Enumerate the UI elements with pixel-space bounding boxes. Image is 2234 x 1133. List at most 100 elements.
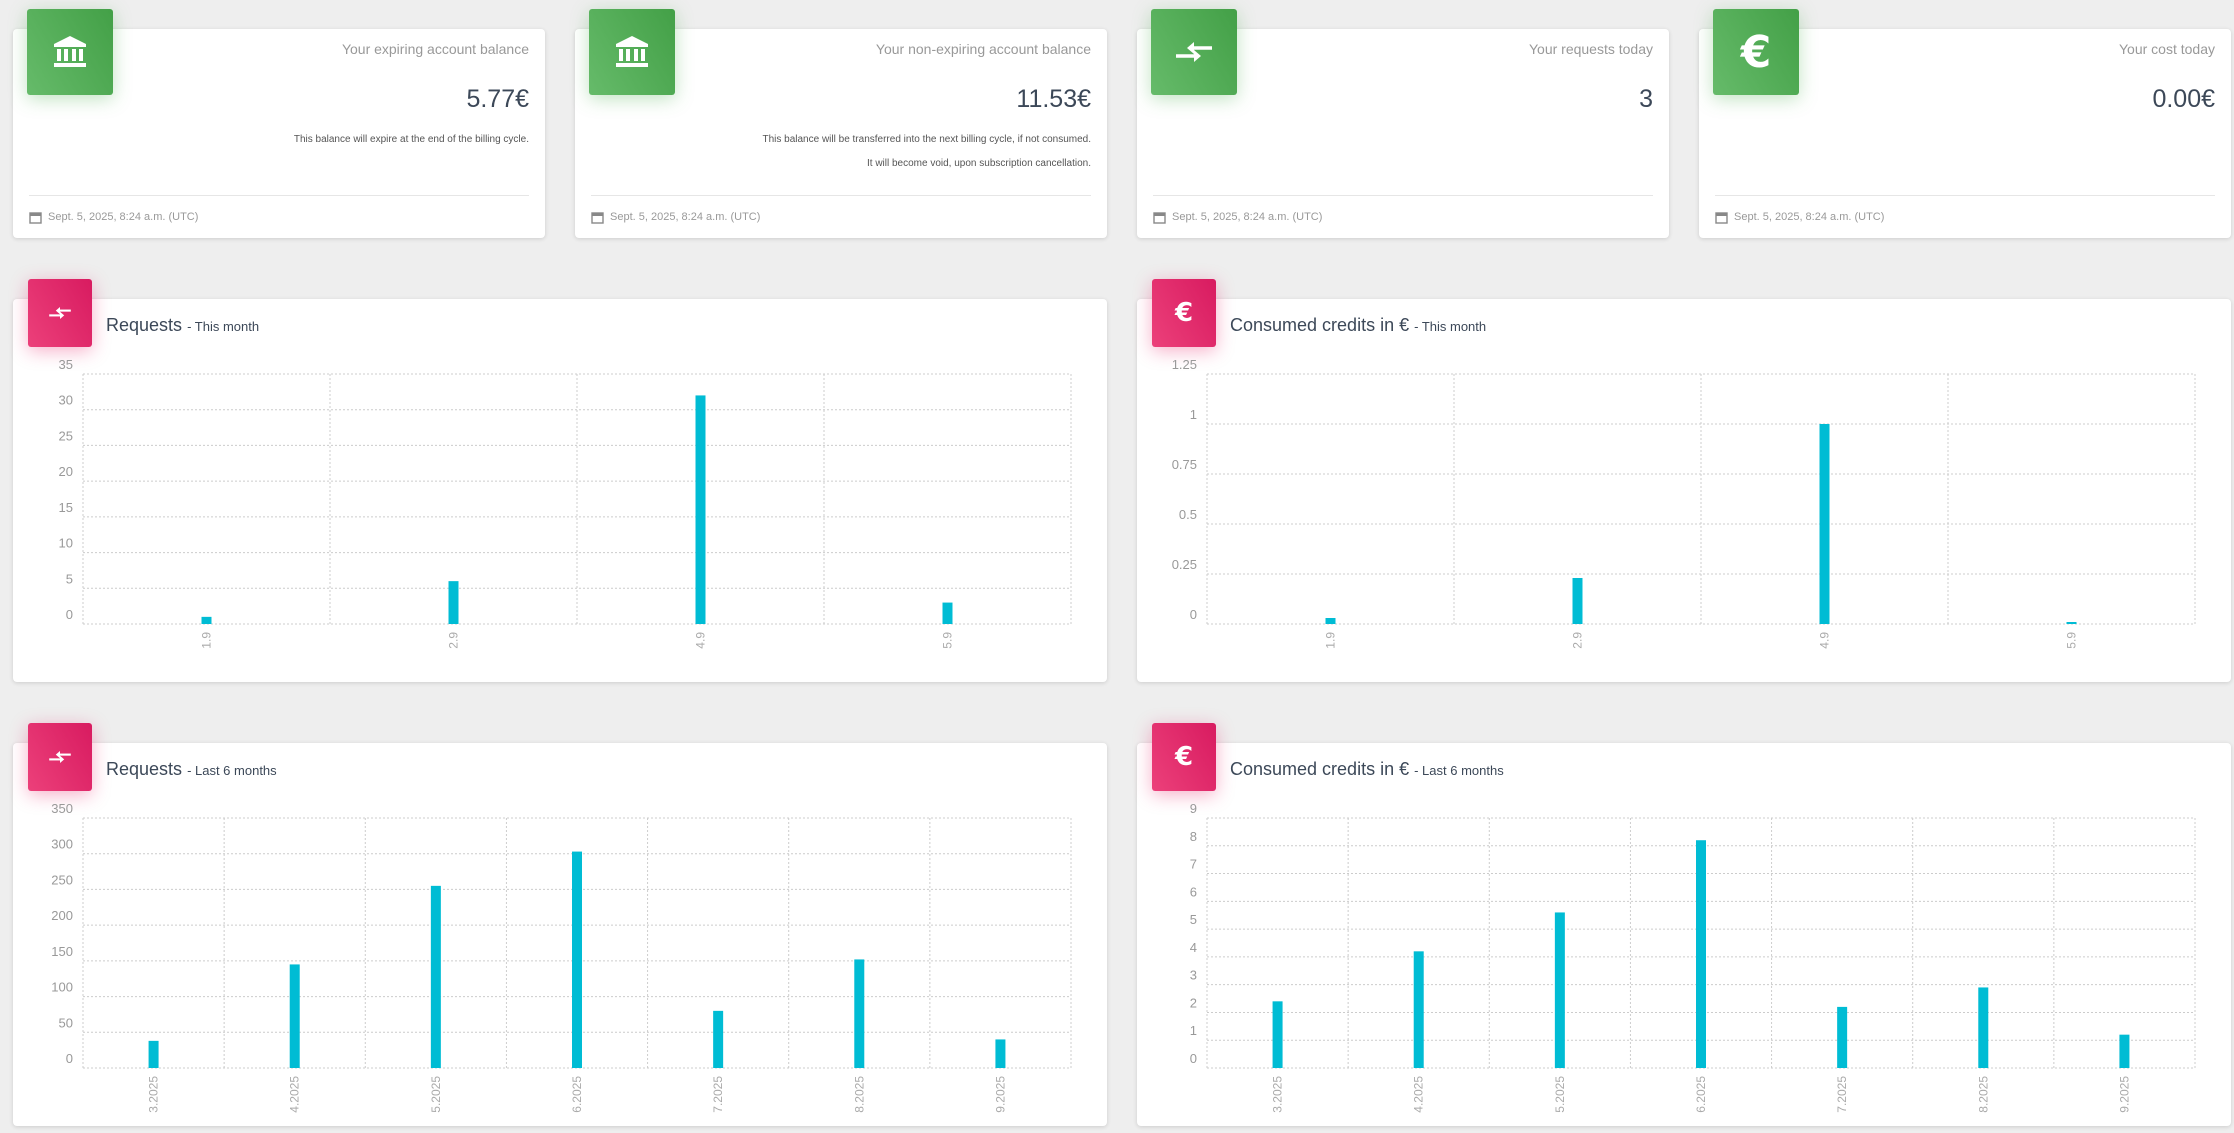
- y-tick-label: 250: [51, 872, 73, 887]
- x-tick-label: 9.2025: [993, 1076, 1007, 1113]
- bar[interactable]: [1819, 424, 1830, 624]
- requests-month-chart: 0 5 10 15 20 25 30 35 1.9 2.9 4.9 5.9: [59, 357, 1072, 649]
- calendar-icon: [1153, 211, 1166, 224]
- bar[interactable]: [289, 964, 300, 1068]
- bar[interactable]: [430, 885, 441, 1068]
- bar[interactable]: [1837, 1006, 1848, 1068]
- stat-card-expiring-balance: Your expiring account balance 5.77€ This…: [13, 9, 545, 238]
- stat-title: Your requests today: [1528, 41, 1653, 57]
- bar[interactable]: [995, 1039, 1006, 1068]
- stat-note: This balance will be transferred into th…: [762, 134, 1091, 145]
- x-tick-label: 5.2025: [1553, 1076, 1567, 1113]
- bar[interactable]: [713, 1010, 724, 1068]
- y-tick-label: 6: [1190, 884, 1197, 899]
- stat-footer: Sept. 5, 2025, 8:24 a.m. (UTC): [1153, 195, 1653, 238]
- y-tick-label: 100: [51, 980, 73, 995]
- y-tick-label: 0: [1190, 1051, 1197, 1066]
- x-tick-label: 5.2025: [429, 1076, 443, 1113]
- y-tick-label: 2: [1190, 995, 1197, 1010]
- calendar-icon: [591, 211, 604, 224]
- x-tick-label: 4.9: [1818, 632, 1832, 649]
- y-tick-label: 0.75: [1172, 457, 1197, 472]
- bar[interactable]: [201, 616, 212, 624]
- x-tick-label: 3.2025: [147, 1076, 161, 1113]
- bar[interactable]: [1572, 578, 1583, 624]
- bar[interactable]: [1325, 618, 1336, 624]
- y-tick-label: 35: [59, 357, 73, 372]
- transfer-arrows-icon: [1151, 9, 1237, 95]
- y-tick-label: 1.25: [1172, 357, 1197, 372]
- y-tick-label: 5: [66, 571, 73, 586]
- y-tick-label: 350: [51, 801, 73, 816]
- y-tick-label: 50: [59, 1015, 73, 1030]
- bar[interactable]: [1978, 987, 1989, 1068]
- stat-card-requests-today: Your requests today 3 Sept. 5, 2025, 8:2…: [1137, 9, 1669, 238]
- y-tick-label: 15: [59, 500, 73, 515]
- y-tick-label: 3: [1190, 968, 1197, 983]
- chart-card-credits-6months: € Consumed credits in € - Last 6 months …: [1137, 723, 2231, 1126]
- stat-footer: Sept. 5, 2025, 8:24 a.m. (UTC): [29, 195, 529, 238]
- y-tick-label: 1: [1190, 1023, 1197, 1038]
- x-tick-label: 3.2025: [1271, 1076, 1285, 1113]
- y-tick-label: 0: [1190, 607, 1197, 622]
- bar[interactable]: [942, 602, 953, 624]
- bank-icon: [27, 9, 113, 95]
- bar[interactable]: [1272, 1001, 1283, 1068]
- y-tick-label: 300: [51, 837, 73, 852]
- y-tick-label: 20: [59, 464, 73, 479]
- stat-value: 11.53€: [1016, 85, 1091, 113]
- bar[interactable]: [695, 395, 706, 624]
- stat-title: Your non-expiring account balance: [875, 41, 1091, 57]
- y-tick-label: 1: [1190, 407, 1197, 422]
- x-tick-label: 1.9: [1324, 632, 1338, 649]
- credits-6months-chart: 0 1 2 3 4 5 6 7 8 9 3.2025 4.2025 5.2025 6.2025 7.2025…: [1190, 801, 2196, 1113]
- stat-note: This balance will expire at the end of t…: [293, 134, 529, 145]
- y-tick-label: 4: [1190, 940, 1197, 955]
- bar[interactable]: [1413, 951, 1424, 1068]
- stat-footer: Sept. 5, 2025, 8:24 a.m. (UTC): [1715, 195, 2215, 238]
- chart-card-credits-month: € Consumed credits in € - This month 0 0.…: [1137, 279, 2231, 682]
- y-tick-label: 30: [59, 393, 73, 408]
- x-tick-label: 2.9: [447, 632, 461, 649]
- y-tick-label: 8: [1190, 829, 1197, 844]
- stat-value: 0.00€: [2152, 85, 2215, 113]
- y-tick-label: 7: [1190, 857, 1197, 872]
- y-tick-label: 10: [59, 536, 73, 551]
- stat-value: 5.77€: [466, 85, 529, 113]
- requests-6months-chart: 0 50 100 150 200 250 300 350 3.2025 4.2025 5.2025 6…: [51, 801, 1072, 1113]
- chart-card-requests-month: Requests - This month 0 5 10 15 20 25 30 35 1.9 2…: [13, 279, 1107, 682]
- bar[interactable]: [2066, 622, 2077, 624]
- x-tick-label: 6.2025: [1694, 1076, 1708, 1113]
- x-tick-label: 4.9: [694, 632, 708, 649]
- stat-timestamp: Sept. 5, 2025, 8:24 a.m. (UTC): [48, 211, 199, 223]
- bar[interactable]: [2119, 1034, 2130, 1068]
- bar[interactable]: [572, 851, 582, 1068]
- bar[interactable]: [1554, 912, 1565, 1068]
- bar[interactable]: [854, 959, 865, 1068]
- y-tick-label: 0: [66, 1051, 73, 1066]
- x-tick-label: 8.2025: [852, 1076, 866, 1113]
- x-tick-label: 5.9: [2065, 632, 2079, 649]
- chart-card-requests-6months: Requests - Last 6 months 0 50 100 150 200 250…: [13, 723, 1107, 1126]
- x-tick-label: 6.2025: [570, 1076, 584, 1113]
- calendar-icon: [29, 211, 42, 224]
- x-tick-label: 4.2025: [1412, 1076, 1426, 1113]
- y-tick-label: 0: [66, 607, 73, 622]
- x-tick-label: 4.2025: [288, 1076, 302, 1113]
- credits-month-chart: 0 0.25 0.5 0.75 1 1.25 1.9 2.9 4.9 5.9: [1172, 357, 2196, 649]
- stat-card-cost-today: € Your cost today 0.00€ Sept. 5, 2025, 8…: [1699, 9, 2231, 238]
- stat-title: Your cost today: [2119, 41, 2215, 57]
- y-tick-label: 9: [1190, 801, 1197, 816]
- bar[interactable]: [148, 1040, 159, 1068]
- bar[interactable]: [1696, 840, 1706, 1068]
- y-tick-label: 0.5: [1179, 507, 1197, 522]
- stat-note: It will become void, upon subscription c…: [866, 158, 1091, 169]
- bank-icon: [589, 9, 675, 95]
- stat-title: Your expiring account balance: [341, 41, 529, 57]
- stat-card-non-expiring-balance: Your non-expiring account balance 11.53€…: [575, 9, 1107, 238]
- x-tick-label: 8.2025: [1976, 1076, 1990, 1113]
- stat-timestamp: Sept. 5, 2025, 8:24 a.m. (UTC): [1734, 211, 1885, 223]
- bar[interactable]: [448, 581, 459, 624]
- stat-value: 3: [1639, 85, 1653, 113]
- calendar-icon: [1715, 211, 1728, 224]
